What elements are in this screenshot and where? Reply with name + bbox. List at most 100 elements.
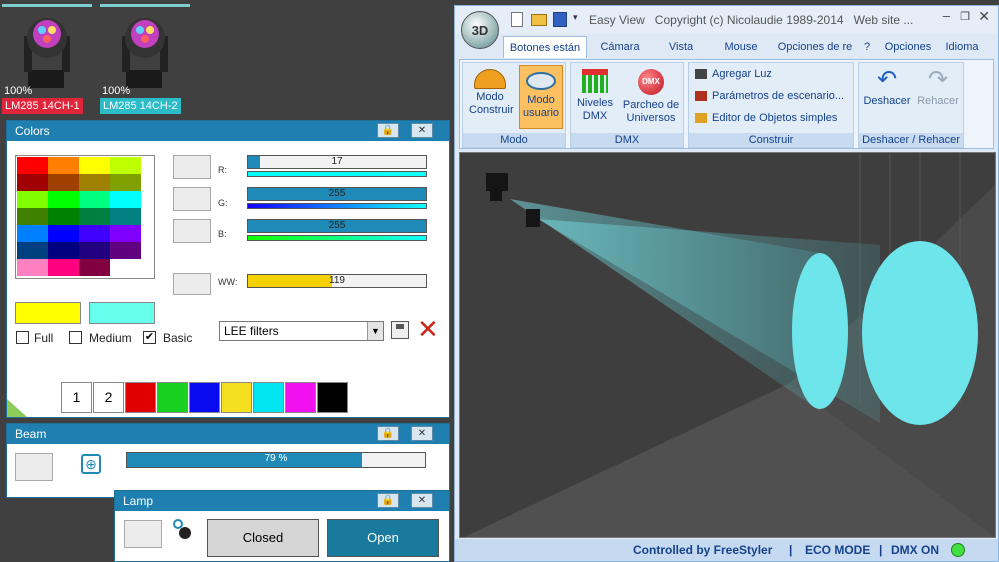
palette-swatch[interactable] [17, 157, 48, 174]
preset-color-swatch[interactable] [285, 382, 316, 413]
parametros-escenario-item[interactable]: Parámetros de escenario... [695, 87, 844, 105]
delete-icon[interactable]: ✕ [417, 316, 439, 342]
palette-swatch[interactable] [48, 242, 79, 259]
green-preview-button[interactable] [173, 187, 211, 211]
palette-swatch[interactable] [79, 174, 110, 191]
basic-checkbox[interactable]: ✔ [143, 331, 156, 344]
lock-icon[interactable]: 🔒 [377, 426, 399, 441]
editor-objetos-item[interactable]: Editor de Objetos simples [695, 109, 837, 127]
palette-swatch[interactable] [48, 157, 79, 174]
palette-swatch[interactable] [48, 259, 79, 276]
palette-swatch[interactable] [79, 157, 110, 174]
lamp-closed-button[interactable]: Closed [207, 519, 319, 557]
beam-slider[interactable]: 79 % [126, 452, 426, 468]
palette-swatch[interactable] [17, 174, 48, 191]
preset-color-swatch[interactable] [157, 382, 188, 413]
agregar-luz-item[interactable]: Agregar Luz [695, 65, 772, 83]
open-folder-icon[interactable] [531, 14, 547, 26]
palette-swatch[interactable] [17, 208, 48, 225]
add-icon[interactable] [7, 399, 27, 417]
close-icon[interactable]: ✕ [411, 123, 433, 138]
preset-color-swatch[interactable] [317, 382, 348, 413]
ww-preview-button[interactable] [173, 273, 211, 295]
palette-swatch[interactable] [79, 259, 110, 276]
palette-swatch[interactable] [110, 208, 141, 225]
preset-color-swatch[interactable] [125, 382, 156, 413]
b-slider[interactable]: 255 [247, 219, 427, 233]
lock-icon[interactable]: 🔒 [377, 493, 399, 508]
minimize-icon[interactable]: – [943, 8, 950, 23]
eye-icon [526, 72, 556, 90]
beam-preview-button[interactable] [15, 453, 53, 481]
palette-swatch[interactable] [79, 191, 110, 208]
save-icon[interactable] [553, 12, 567, 27]
fixture-intensity: 100% [102, 85, 131, 97]
modo-usuario-button[interactable]: Modo usuario [519, 65, 563, 129]
r-gradient [247, 171, 427, 177]
blue-preview-button[interactable] [173, 219, 211, 243]
palette-swatch[interactable] [110, 174, 141, 191]
ww-slider[interactable]: 119 [247, 274, 427, 288]
palette-swatch[interactable] [17, 242, 48, 259]
palette-swatch[interactable] [110, 259, 141, 276]
palette-swatch[interactable] [17, 225, 48, 242]
palette-swatch[interactable] [110, 225, 141, 242]
palette-swatch[interactable] [17, 259, 48, 276]
new-file-icon[interactable] [511, 12, 523, 27]
app-logo-button[interactable]: 3D [461, 11, 499, 49]
g-slider[interactable]: 255 [247, 187, 427, 201]
full-checkbox[interactable] [16, 331, 29, 344]
palette-swatch[interactable] [17, 191, 48, 208]
tab-help[interactable]: ? [859, 36, 875, 58]
red-preview-button[interactable] [173, 155, 211, 179]
niveles-dmx-button[interactable]: Niveles DMX [573, 65, 617, 129]
preset-button-1[interactable]: 1 [61, 382, 92, 413]
tab-mouse[interactable]: Mouse [713, 36, 769, 58]
modo-construir-button[interactable]: Modo Construir [469, 65, 514, 129]
palette-swatch[interactable] [110, 191, 141, 208]
palette-swatch[interactable] [110, 242, 141, 259]
color-palette[interactable] [15, 155, 155, 279]
close-icon[interactable]: ✕ [978, 8, 990, 25]
tab-opciones-render[interactable]: Opciones de re [773, 36, 857, 58]
tab-botones[interactable]: Botones están [503, 36, 587, 58]
tab-camara[interactable]: Cámara [593, 36, 647, 58]
palette-swatch[interactable] [48, 225, 79, 242]
fixture-1[interactable]: 100% LM285 14CH-1 [2, 4, 92, 114]
preset-button-2[interactable]: 2 [93, 382, 124, 413]
close-icon[interactable]: ✕ [411, 493, 433, 508]
r-slider[interactable]: 17 [247, 155, 427, 169]
restore-icon[interactable]: ❐ [960, 10, 970, 23]
palette-swatch[interactable] [79, 242, 110, 259]
tab-opciones[interactable]: Opciones [877, 36, 939, 58]
group-undo: ↶ Deshacer ↷ Rehacer Deshacer / Rehacer [858, 62, 964, 148]
filter-select[interactable]: LEE filters ▼ [219, 321, 384, 341]
fixture-2[interactable]: 100% LM285 14CH-2 [100, 4, 190, 114]
palette-swatch[interactable] [48, 191, 79, 208]
3d-viewport[interactable] [459, 152, 996, 538]
medium-checkbox[interactable] [69, 331, 82, 344]
quick-access-chevron-icon[interactable]: ▾ [573, 12, 578, 23]
redo-button[interactable]: ↷ Rehacer [913, 65, 963, 129]
lamp-open-button[interactable]: Open [327, 519, 439, 557]
palette-swatch[interactable] [79, 225, 110, 242]
palette-swatch[interactable] [48, 208, 79, 225]
preset-color-swatch[interactable] [253, 382, 284, 413]
preset-color-swatch[interactable] [221, 382, 252, 413]
tab-vista[interactable]: Vista [653, 36, 709, 58]
lock-icon[interactable]: 🔒 [377, 123, 399, 138]
save-icon[interactable] [391, 321, 409, 339]
parcheo-universos-button[interactable]: DMX Parcheo de Universos [619, 65, 683, 129]
palette-swatch[interactable] [79, 208, 110, 225]
beam-focus-icon[interactable]: ⊕ [81, 454, 101, 474]
chevron-down-icon[interactable]: ▼ [367, 322, 383, 340]
lamp-toggle-icon[interactable] [173, 519, 193, 541]
group-dmx: Niveles DMX DMX Parcheo de Universos DMX [570, 62, 684, 148]
close-icon[interactable]: ✕ [411, 426, 433, 441]
tab-idioma[interactable]: Idioma [939, 36, 985, 58]
palette-swatch[interactable] [110, 157, 141, 174]
preset-color-swatch[interactable] [189, 382, 220, 413]
lamp-preview-button[interactable] [124, 520, 162, 548]
palette-swatch[interactable] [48, 174, 79, 191]
undo-button[interactable]: ↶ Deshacer [861, 65, 913, 129]
